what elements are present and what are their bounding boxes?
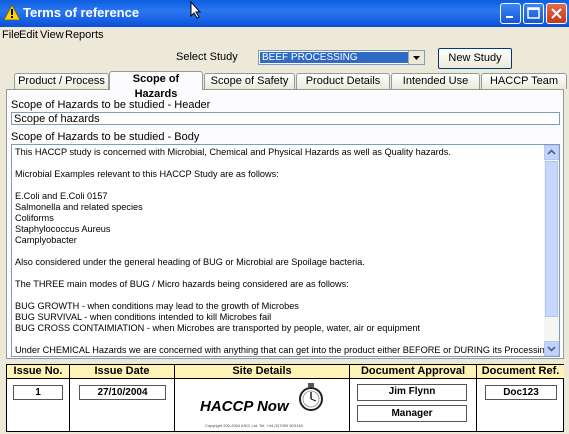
haccp-now-logo: HACCP Now — [200, 398, 289, 415]
close-button[interactable] — [546, 3, 567, 24]
document-ref-label: Document Ref. — [477, 365, 564, 379]
minimize-button[interactable] — [500, 3, 521, 24]
issue-date-label: Issue Date — [70, 365, 174, 379]
tab-product-process[interactable]: Product / Process — [14, 73, 109, 89]
issue-no-field[interactable]: 1 — [13, 385, 63, 400]
body-text: This HACCP study is concerned with Micro… — [15, 147, 555, 356]
scroll-thumb[interactable] — [545, 161, 558, 317]
body-field-label: Scope of Hazards to be studied - Body — [11, 131, 200, 143]
body-paragraph: E.Coli and E.Coli 0157 Salmonella and re… — [15, 191, 143, 245]
body-paragraph: Microbial Examples relevant to this HACC… — [15, 169, 279, 179]
menu-bar: File Edit View Reports — [0, 27, 569, 43]
approver-role-field[interactable]: Manager — [357, 405, 467, 422]
menu-file[interactable]: File — [2, 29, 20, 41]
close-icon — [551, 8, 562, 19]
stopwatch-icon — [299, 383, 323, 411]
maximize-icon — [527, 7, 540, 19]
title-bar[interactable]: Terms of reference — [0, 0, 569, 27]
site-details-label: Site Details — [175, 365, 349, 379]
body-paragraph: This HACCP study is concerned with Micro… — [15, 147, 451, 157]
mouse-pointer-icon — [190, 1, 202, 19]
header-input-value: Scope of hazards — [14, 113, 100, 125]
window-title: Terms of reference — [23, 5, 140, 20]
body-paragraph: Also considered under the general headin… — [15, 257, 365, 267]
document-approval-label: Document Approval — [350, 365, 476, 379]
tab-product-details[interactable]: Product Details — [296, 73, 390, 89]
header-input[interactable]: Scope of hazards — [11, 112, 560, 125]
approver-name-field[interactable]: Jim Flynn — [357, 384, 467, 401]
body-paragraph: The THREE main modes of BUG / Micro haza… — [15, 279, 349, 289]
new-study-button[interactable]: New Study — [438, 48, 512, 69]
chevron-up-icon — [547, 149, 556, 155]
scroll-up-button[interactable] — [544, 145, 559, 160]
issue-no-label: Issue No. — [7, 365, 69, 379]
document-ref-column: Document Ref. Doc123 — [477, 365, 564, 431]
scroll-down-button[interactable] — [544, 341, 559, 356]
document-ref-field[interactable]: Doc123 — [485, 385, 557, 400]
study-select[interactable]: BEEF PROCESSING — [258, 50, 425, 65]
copyright-text: Copyright 200-2004 ASCI Ltd. Tel. +44 (0… — [205, 423, 303, 428]
maximize-button[interactable] — [523, 3, 544, 24]
document-approval-column: Document Approval Jim Flynn Manager — [350, 365, 477, 431]
warning-icon — [4, 5, 20, 20]
body-textarea[interactable]: This HACCP study is concerned with Micro… — [11, 144, 560, 357]
minimize-icon — [506, 16, 513, 18]
issue-date-column: Issue Date 27/10/2004 — [70, 365, 175, 431]
document-footer: Issue No. 1 Issue Date 27/10/2004 Site D… — [6, 364, 564, 432]
menu-reports[interactable]: Reports — [65, 29, 104, 41]
tab-scope-of-hazards[interactable]: Scope of Hazards — [109, 71, 203, 100]
header-field-label: Scope of Hazards to be studied - Header — [11, 99, 211, 111]
select-study-label: Select Study — [176, 51, 238, 63]
body-paragraph: BUG GROWTH - when conditions may lead to… — [15, 301, 421, 333]
menu-view[interactable]: View — [40, 29, 64, 41]
tab-scope-of-safety[interactable]: Scope of Safety — [204, 73, 295, 89]
menu-edit[interactable]: Edit — [19, 29, 38, 41]
issue-no-column: Issue No. 1 — [7, 365, 70, 431]
dropdown-arrow[interactable] — [408, 51, 424, 64]
chevron-down-icon — [413, 56, 420, 60]
tab-haccp-team[interactable]: HACCP Team — [481, 73, 567, 89]
vertical-scrollbar[interactable] — [544, 145, 559, 356]
tab-panel: Scope of Hazards to be studied - Header … — [6, 89, 564, 359]
site-details-column: Site Details HACCP Now Copyright 200-200… — [175, 365, 350, 431]
chevron-down-icon — [547, 346, 556, 352]
body-paragraph: Under CHEMICAL Hazards we are concerned … — [15, 345, 553, 355]
tab-intended-use[interactable]: Intended Use — [391, 73, 480, 89]
issue-date-field[interactable]: 27/10/2004 — [79, 385, 166, 400]
study-select-value: BEEF PROCESSING — [260, 52, 409, 63]
